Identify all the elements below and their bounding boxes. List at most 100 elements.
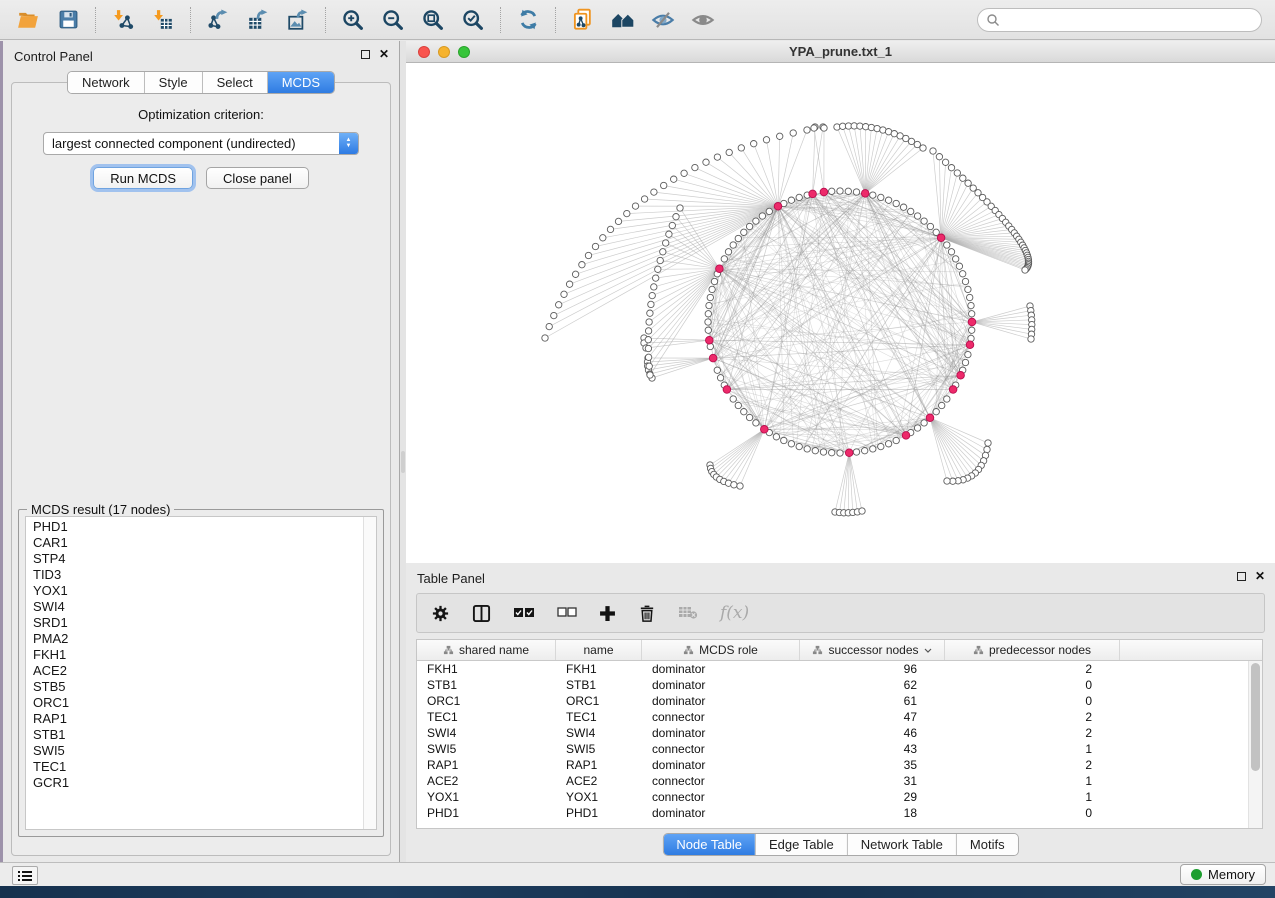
table-cell: 43 bbox=[800, 742, 945, 756]
close-panel-icon[interactable]: ✕ bbox=[379, 49, 389, 59]
export-image-button[interactable] bbox=[278, 3, 318, 37]
tab-style[interactable]: Style bbox=[144, 72, 202, 93]
column-header[interactable]: MCDS role bbox=[642, 640, 800, 660]
table-row[interactable]: PHD1PHD1dominator180 bbox=[417, 805, 1248, 821]
open-file-button[interactable] bbox=[8, 3, 48, 37]
chevron-down-icon bbox=[924, 648, 932, 653]
table-cell: ORC1 bbox=[417, 694, 556, 708]
run-mcds-button[interactable]: Run MCDS bbox=[93, 167, 193, 189]
tab-edge-table[interactable]: Edge Table bbox=[755, 834, 847, 855]
save-session-button[interactable] bbox=[48, 3, 88, 37]
column-header[interactable]: shared name bbox=[417, 640, 556, 660]
table-scrollbar-thumb[interactable] bbox=[1251, 663, 1260, 771]
zoom-fit-button[interactable] bbox=[413, 3, 453, 37]
attribute-type-icon bbox=[973, 645, 984, 655]
toolbar-separator bbox=[95, 7, 96, 33]
search-field[interactable] bbox=[977, 8, 1262, 32]
float-panel-icon[interactable] bbox=[361, 50, 370, 59]
table-scrollbar[interactable] bbox=[1248, 661, 1262, 828]
network-canvas[interactable] bbox=[406, 63, 1275, 563]
tab-motifs[interactable]: Motifs bbox=[956, 834, 1018, 855]
mcds-result-item[interactable]: PMA2 bbox=[33, 631, 362, 647]
attribute-type-icon bbox=[683, 645, 694, 655]
table-tabs: Node Table Edge Table Network Table Moti… bbox=[662, 833, 1018, 856]
show-all-networks-button[interactable] bbox=[603, 3, 643, 37]
mcds-result-item[interactable]: TEC1 bbox=[33, 759, 362, 775]
table-settings-button[interactable] bbox=[431, 604, 450, 623]
add-column-button[interactable] bbox=[599, 605, 616, 622]
column-header[interactable]: successor nodes bbox=[800, 640, 945, 660]
import-table-icon bbox=[152, 9, 174, 31]
column-header[interactable]: predecessor nodes bbox=[945, 640, 1120, 660]
table-row[interactable]: SWI5SWI5connector431 bbox=[417, 741, 1248, 757]
mcds-result-item[interactable]: STB5 bbox=[33, 679, 362, 695]
table-row[interactable]: RAP1RAP1dominator352 bbox=[417, 757, 1248, 773]
toolbar-separator bbox=[555, 7, 556, 33]
table-row[interactable]: YOX1YOX1connector291 bbox=[417, 789, 1248, 805]
memory-button[interactable]: Memory bbox=[1180, 864, 1266, 885]
mcds-result-item[interactable]: YOX1 bbox=[33, 583, 362, 599]
column-header[interactable]: name bbox=[556, 640, 642, 660]
table-cell: dominator bbox=[642, 806, 800, 820]
zoom-selected-button[interactable] bbox=[453, 3, 493, 37]
memory-label: Memory bbox=[1208, 867, 1255, 882]
tab-network-table[interactable]: Network Table bbox=[847, 834, 956, 855]
mcds-result-item[interactable]: FKH1 bbox=[33, 647, 362, 663]
select-all-button[interactable] bbox=[513, 607, 535, 620]
table-cell: 2 bbox=[945, 710, 1120, 724]
deselect-all-button[interactable] bbox=[557, 607, 577, 619]
window-maximize-button[interactable] bbox=[458, 46, 470, 58]
table-row[interactable]: SWI4SWI4dominator462 bbox=[417, 725, 1248, 741]
tab-network[interactable]: Network bbox=[68, 72, 144, 93]
mcds-result-item[interactable]: ACE2 bbox=[33, 663, 362, 679]
mcds-result-item[interactable]: SWI5 bbox=[33, 743, 362, 759]
mcds-result-item[interactable]: STB1 bbox=[33, 727, 362, 743]
mcds-result-item[interactable]: GCR1 bbox=[33, 775, 362, 791]
show-column-button[interactable] bbox=[472, 604, 491, 623]
table-row[interactable]: ACE2ACE2connector311 bbox=[417, 773, 1248, 789]
window-close-button[interactable] bbox=[418, 46, 430, 58]
mcds-result-list[interactable]: PHD1CAR1STP4TID3YOX1SWI4SRD1PMA2FKH1ACE2… bbox=[25, 516, 377, 830]
window-minimize-button[interactable] bbox=[438, 46, 450, 58]
table-cell: SWI4 bbox=[417, 726, 556, 740]
mcds-result-item[interactable]: RAP1 bbox=[33, 711, 362, 727]
table-cell: SWI5 bbox=[556, 742, 642, 756]
mcds-result-item[interactable]: TID3 bbox=[33, 567, 362, 583]
control-panel-header: Control Panel ✕ bbox=[3, 41, 399, 67]
tab-select[interactable]: Select bbox=[202, 72, 267, 93]
mcds-result-groupbox: MCDS result (17 nodes) PHD1CAR1STP4TID3Y… bbox=[18, 509, 384, 837]
import-table-button[interactable] bbox=[143, 3, 183, 37]
table-row[interactable]: ORC1ORC1dominator610 bbox=[417, 693, 1248, 709]
float-table-panel-icon[interactable] bbox=[1237, 572, 1246, 581]
zoom-in-button[interactable] bbox=[333, 3, 373, 37]
table-cell: dominator bbox=[642, 678, 800, 692]
mcds-result-item[interactable]: STP4 bbox=[33, 551, 362, 567]
mcds-result-item[interactable]: SWI4 bbox=[33, 599, 362, 615]
delete-column-button[interactable] bbox=[638, 604, 656, 623]
optimization-criterion-select[interactable]: largest connected component (undirected)… bbox=[43, 132, 359, 155]
close-panel-button[interactable]: Close panel bbox=[206, 167, 309, 189]
mcds-list-scrollbar[interactable] bbox=[363, 517, 376, 829]
clone-network-button[interactable] bbox=[563, 3, 603, 37]
network-window-titlebar[interactable]: YPA_prune.txt_1 bbox=[406, 41, 1275, 63]
table-row[interactable]: STB1STB1dominator620 bbox=[417, 677, 1248, 693]
table-row[interactable]: FKH1FKH1dominator962 bbox=[417, 661, 1248, 677]
table-row[interactable]: TEC1TEC1connector472 bbox=[417, 709, 1248, 725]
mcds-result-item[interactable]: SRD1 bbox=[33, 615, 362, 631]
search-input[interactable] bbox=[1000, 13, 1261, 27]
tab-node-table[interactable]: Node Table bbox=[663, 834, 755, 855]
zoom-out-button[interactable] bbox=[373, 3, 413, 37]
task-history-button[interactable] bbox=[12, 866, 38, 885]
close-table-panel-icon[interactable]: ✕ bbox=[1255, 571, 1265, 581]
export-table-button[interactable] bbox=[238, 3, 278, 37]
control-panel-tabs: Network Style Select MCDS bbox=[67, 71, 335, 94]
tab-mcds[interactable]: MCDS bbox=[267, 72, 334, 93]
show-selected-button[interactable] bbox=[683, 3, 723, 37]
mcds-result-item[interactable]: ORC1 bbox=[33, 695, 362, 711]
hide-selected-button[interactable] bbox=[643, 3, 683, 37]
refresh-layout-button[interactable] bbox=[508, 3, 548, 37]
import-network-button[interactable] bbox=[103, 3, 143, 37]
export-network-button[interactable] bbox=[198, 3, 238, 37]
mcds-result-item[interactable]: CAR1 bbox=[33, 535, 362, 551]
mcds-result-item[interactable]: PHD1 bbox=[33, 519, 362, 535]
